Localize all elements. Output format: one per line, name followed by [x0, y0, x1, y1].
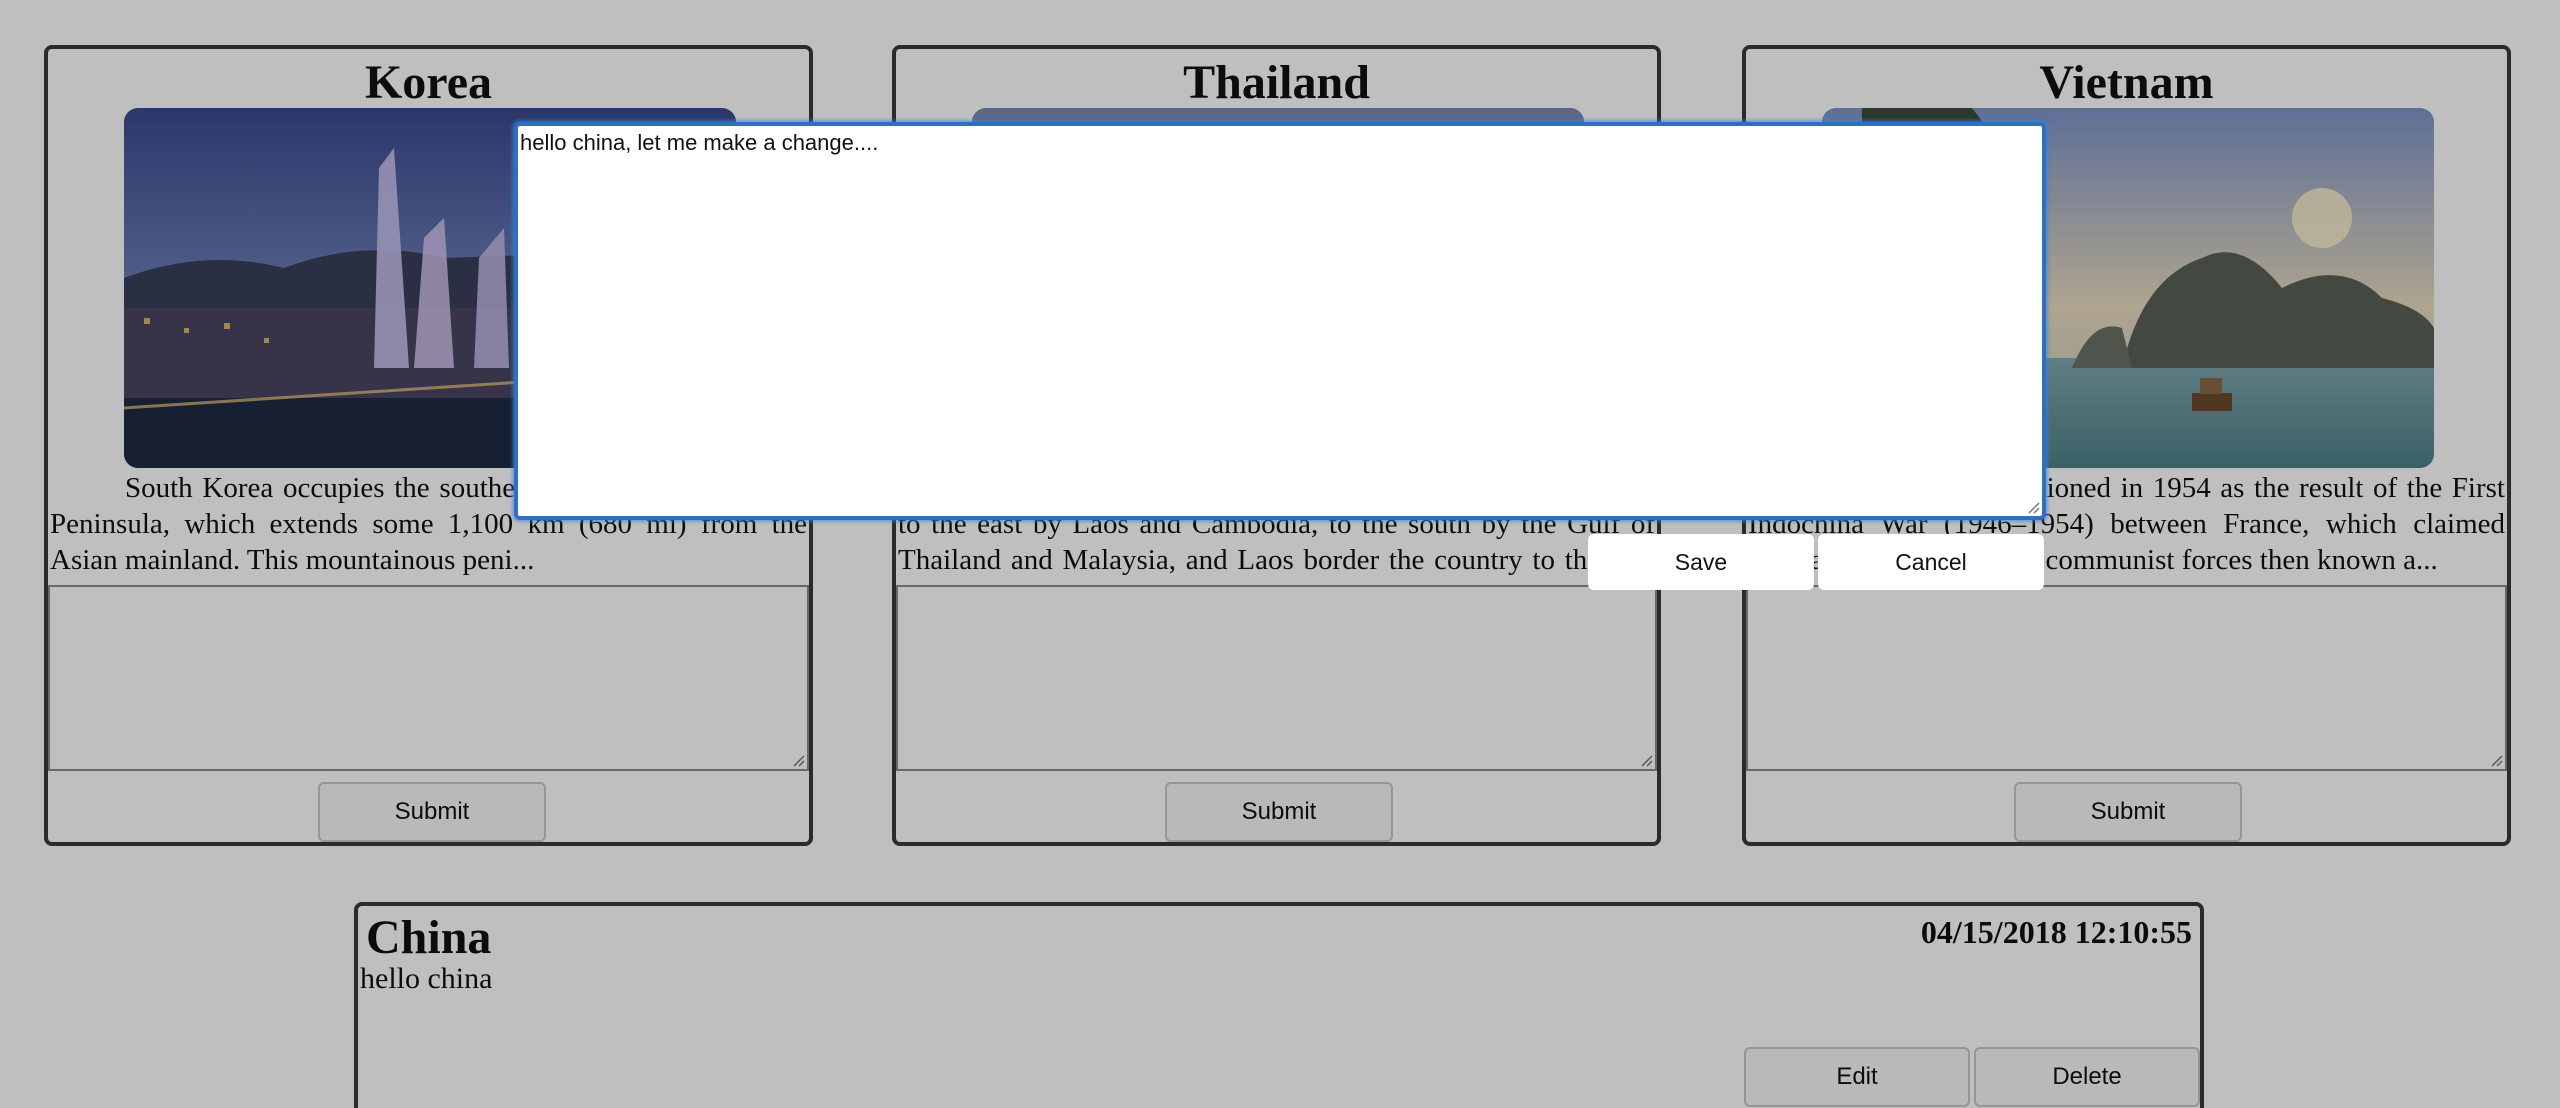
page: Korea South Korea occupies the southern …: [0, 0, 2560, 1108]
save-button[interactable]: Save: [1588, 534, 1814, 590]
cancel-button[interactable]: Cancel: [1818, 534, 2044, 590]
resize-grip-icon[interactable]: [2026, 500, 2040, 514]
edit-textarea[interactable]: hello china, let me make a change....: [514, 122, 2046, 520]
